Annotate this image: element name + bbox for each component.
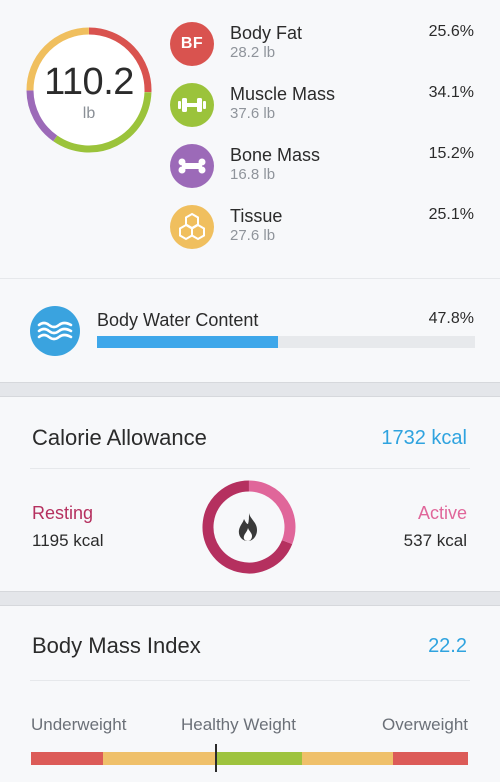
divider <box>30 468 470 469</box>
dumbbell-icon <box>170 83 214 127</box>
bmi-overweight-label: Overweight <box>382 715 468 734</box>
bmi-segment-3 <box>302 752 393 765</box>
divider <box>30 680 470 681</box>
muscle-mass-label: Muscle Mass <box>230 84 336 104</box>
weight-value: 110.2 <box>44 61 134 103</box>
body-fat-label: Body Fat <box>230 23 303 43</box>
bone-mass-row[interactable]: Bone Mass 16.8 lb 15.2% <box>170 144 476 192</box>
bf-badge-text: BF <box>180 35 204 52</box>
weight-ring[interactable]: 110.2 lb <box>24 25 154 155</box>
calorie-allowance-total: 1732 kcal <box>381 427 467 449</box>
bmi-segment-4 <box>393 752 468 765</box>
body-fat-percent: 25.6% <box>428 23 474 40</box>
bmi-value: 22.2 <box>428 635 467 657</box>
bmi-segment-0 <box>31 752 103 765</box>
active-label: Active <box>417 503 467 523</box>
section-separator <box>0 591 500 606</box>
bmi-marker <box>214 744 217 772</box>
bmi-segment-1 <box>103 752 216 765</box>
bmi-healthy-label: Healthy Weight <box>181 715 296 734</box>
flame-icon <box>238 513 257 541</box>
calorie-ring <box>202 480 296 574</box>
calorie-allowance-title: Calorie Allowance <box>32 425 207 450</box>
honeycomb-icon <box>170 205 214 249</box>
bone-mass-weight: 16.8 lb <box>230 166 276 183</box>
bmi-scale-bar <box>31 752 468 765</box>
body-water-label: Body Water Content <box>97 310 259 330</box>
resting-label: Resting <box>32 503 94 523</box>
muscle-mass-percent: 34.1% <box>428 84 474 101</box>
body-fat-row[interactable]: BF Body Fat 28.2 lb 25.6% <box>170 22 476 70</box>
body-water-percent: 47.8% <box>428 310 474 327</box>
bone-icon <box>170 144 214 188</box>
weight-unit: lb <box>82 105 96 122</box>
bone-mass-percent: 15.2% <box>428 145 474 162</box>
body-water-progress-bar <box>97 336 475 348</box>
bmi-title: Body Mass Index <box>32 633 201 658</box>
bmi-underweight-label: Underweight <box>31 715 127 734</box>
tissue-row[interactable]: Tissue 27.6 lb 25.1% <box>170 205 476 253</box>
tissue-label: Tissue <box>230 206 283 226</box>
resting-value: 1195 kcal <box>32 531 104 550</box>
water-waves-icon <box>30 306 80 356</box>
bmi-segment-2 <box>216 752 302 765</box>
body-water-progress-fill <box>97 336 278 348</box>
muscle-mass-row[interactable]: Muscle Mass 37.6 lb 34.1% <box>170 83 476 131</box>
bf-badge-icon: BF <box>170 22 214 66</box>
body-fat-weight: 28.2 lb <box>230 44 276 61</box>
muscle-mass-weight: 37.6 lb <box>230 105 276 122</box>
section-separator <box>0 382 500 397</box>
active-value: 537 kcal <box>403 531 467 550</box>
tissue-percent: 25.1% <box>428 206 474 223</box>
tissue-weight: 27.6 lb <box>230 227 276 244</box>
calorie-ring-chart <box>202 480 296 574</box>
bone-mass-label: Bone Mass <box>230 145 321 165</box>
divider <box>0 278 500 279</box>
